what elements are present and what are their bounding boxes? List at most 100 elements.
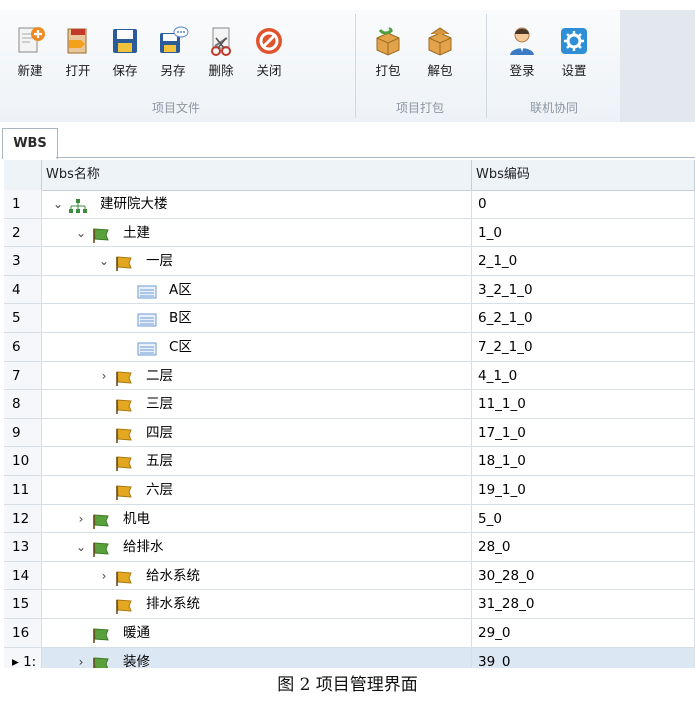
ribbon-button-label: 新建	[17, 63, 43, 78]
table-row[interactable]: 13 ⌄ 给排水 28_0	[4, 533, 695, 562]
unpackage-icon	[423, 24, 457, 58]
wbs-name-cell[interactable]: ⌄ 给排水	[42, 533, 472, 561]
wbs-code-cell[interactable]: 11_1_0	[472, 390, 695, 418]
wbs-name-text: 机电	[123, 510, 150, 527]
wbs-name-cell[interactable]: 四层	[42, 418, 472, 447]
login-button[interactable]: 登录	[500, 18, 544, 84]
group-project-package: 项目打包 打包 解包	[358, 10, 482, 120]
wbs-code-cell[interactable]: 6_2_1_0	[472, 304, 695, 332]
wbs-name-cell[interactable]: A区	[42, 275, 472, 304]
row-number: 14	[4, 561, 42, 590]
collapse-arrow-icon[interactable]: ⌄	[52, 190, 64, 218]
wbs-name-cell[interactable]: 三层	[42, 390, 472, 418]
user-login-icon	[505, 24, 539, 58]
wbs-name-cell[interactable]: ⌄ 一层	[42, 247, 472, 275]
table-row[interactable]: 3 ⌄ 一层 2_1_0	[4, 247, 695, 276]
wbs-name-cell[interactable]: ⌄ 土建	[42, 218, 472, 247]
wbs-code-cell[interactable]: 18_1_0	[472, 447, 695, 475]
pack-button[interactable]: 打包	[366, 18, 410, 84]
header-wbs-name[interactable]: Wbs名称	[42, 160, 472, 190]
row-number: 5	[4, 304, 42, 332]
tab-underline	[56, 157, 695, 158]
table-row[interactable]: 14 › 给水系统 30_28_0	[4, 561, 695, 591]
wbs-name-cell[interactable]: 排水系统	[42, 590, 472, 618]
group-title-project-file: 项目文件	[151, 101, 200, 115]
table-row[interactable]: 1 ⌄ 建研院大楼 0	[4, 190, 695, 219]
wbs-name-cell[interactable]: › 给水系统	[42, 561, 472, 590]
wbs-code-cell[interactable]: 19_1_0	[472, 476, 695, 504]
flag-yellow-icon	[114, 425, 134, 443]
table-row[interactable]: 8 三层 11_1_0	[4, 390, 695, 419]
row-number: 11	[4, 476, 42, 504]
table-row[interactable]: 2 ⌄ 土建 1_0	[4, 218, 695, 248]
wbs-code-cell[interactable]: 17_1_0	[472, 418, 695, 447]
table-row[interactable]: 12 › 机电 5_0	[4, 504, 695, 534]
save-as-button[interactable]: 另存	[151, 18, 195, 84]
wbs-code-cell[interactable]: 2_1_0	[472, 247, 695, 275]
wbs-name-text: 土建	[123, 224, 150, 241]
wbs-code-cell[interactable]: 1_0	[472, 218, 695, 247]
wbs-name-cell[interactable]: 五层	[42, 447, 472, 475]
wbs-name-cell[interactable]: › 二层	[42, 361, 472, 390]
unpack-button[interactable]: 解包	[418, 18, 462, 84]
wbs-name-cell[interactable]: 六层	[42, 476, 472, 504]
ribbon-button-label: 登录	[509, 63, 535, 78]
wbs-name-text: 三层	[146, 396, 173, 413]
ribbon-button-label: 删除	[208, 63, 234, 78]
collapse-arrow-icon[interactable]: ⌄	[75, 219, 87, 247]
flag-green-icon	[91, 654, 111, 668]
close-button[interactable]: 关闭	[247, 18, 291, 84]
wbs-code-cell[interactable]: 39_0	[472, 647, 695, 668]
table-row[interactable]: 4 A区 3_2_1_0	[4, 275, 695, 305]
table-row[interactable]: 10 五层 18_1_0	[4, 447, 695, 476]
ribbon-button-label: 解包	[427, 63, 453, 78]
wbs-grid: Wbs名称 Wbs编码 1 ⌄ 建研院大楼 0 2 ⌄ 土建 1_0 3 ⌄ 一层 2_1_0 4 A区 3…	[4, 160, 695, 668]
table-row[interactable]: 9 四层 17_1_0	[4, 418, 695, 448]
collapse-arrow-icon[interactable]: ⌄	[98, 247, 110, 275]
wbs-name-cell[interactable]: ⌄ 建研院大楼	[42, 190, 472, 218]
ribbon-button-label: 打包	[375, 63, 401, 78]
row-number: 10	[4, 447, 42, 475]
table-row[interactable]: 11 六层 19_1_0	[4, 476, 695, 505]
expand-arrow-icon[interactable]: ›	[98, 362, 110, 390]
wbs-name-text: B区	[169, 310, 192, 327]
tab-wbs[interactable]: WBS	[2, 128, 58, 159]
table-row[interactable]: 6 C区 7_2_1_0	[4, 333, 695, 362]
wbs-code-cell[interactable]: 31_28_0	[472, 590, 695, 618]
save-as-icon	[156, 24, 190, 58]
wbs-code-cell[interactable]: 5_0	[472, 504, 695, 533]
wbs-code-cell[interactable]: 30_28_0	[472, 561, 695, 590]
wbs-name-cell[interactable]: 暖通	[42, 619, 472, 647]
new-button[interactable]: 新建	[8, 18, 52, 84]
expand-arrow-icon[interactable]: ›	[75, 505, 87, 533]
delete-button[interactable]: 删除	[199, 18, 243, 84]
wbs-code-cell[interactable]: 0	[472, 190, 695, 218]
ribbon-button-label: 打开	[65, 63, 91, 78]
expand-arrow-icon[interactable]: ›	[98, 562, 110, 590]
wbs-code-cell[interactable]: 3_2_1_0	[472, 275, 695, 304]
wbs-code-cell[interactable]: 7_2_1_0	[472, 333, 695, 361]
settings-button[interactable]: 设置	[552, 18, 596, 84]
table-row[interactable]: 7 › 二层 4_1_0	[4, 361, 695, 391]
wbs-code-cell[interactable]: 4_1_0	[472, 361, 695, 390]
header-wbs-code[interactable]: Wbs编码	[472, 160, 695, 190]
row-number: 7	[4, 361, 42, 390]
open-button[interactable]: 打开	[56, 18, 100, 84]
flag-yellow-icon	[114, 253, 134, 272]
flag-yellow-icon	[114, 453, 134, 472]
wbs-name-cell[interactable]: B区	[42, 304, 472, 332]
wbs-name-cell[interactable]: › 机电	[42, 504, 472, 533]
table-row[interactable]: 15 排水系统 31_28_0	[4, 590, 695, 619]
wbs-name-cell[interactable]: C区	[42, 333, 472, 361]
collapse-arrow-icon[interactable]: ⌄	[75, 533, 87, 561]
table-row[interactable]: ▸ 1: › 装修 39_0	[4, 647, 695, 668]
expand-arrow-icon[interactable]: ›	[75, 648, 87, 668]
wbs-name-cell[interactable]: › 装修	[42, 647, 472, 668]
table-row[interactable]: 16 暖通 29_0	[4, 619, 695, 648]
table-row[interactable]: 5 B区 6_2_1_0	[4, 304, 695, 333]
wbs-code-cell[interactable]: 28_0	[472, 533, 695, 561]
save-button[interactable]: 保存	[103, 18, 147, 84]
wbs-name-text: 排水系统	[146, 596, 200, 613]
wbs-code-cell[interactable]: 29_0	[472, 619, 695, 647]
row-number: 2	[4, 218, 42, 247]
